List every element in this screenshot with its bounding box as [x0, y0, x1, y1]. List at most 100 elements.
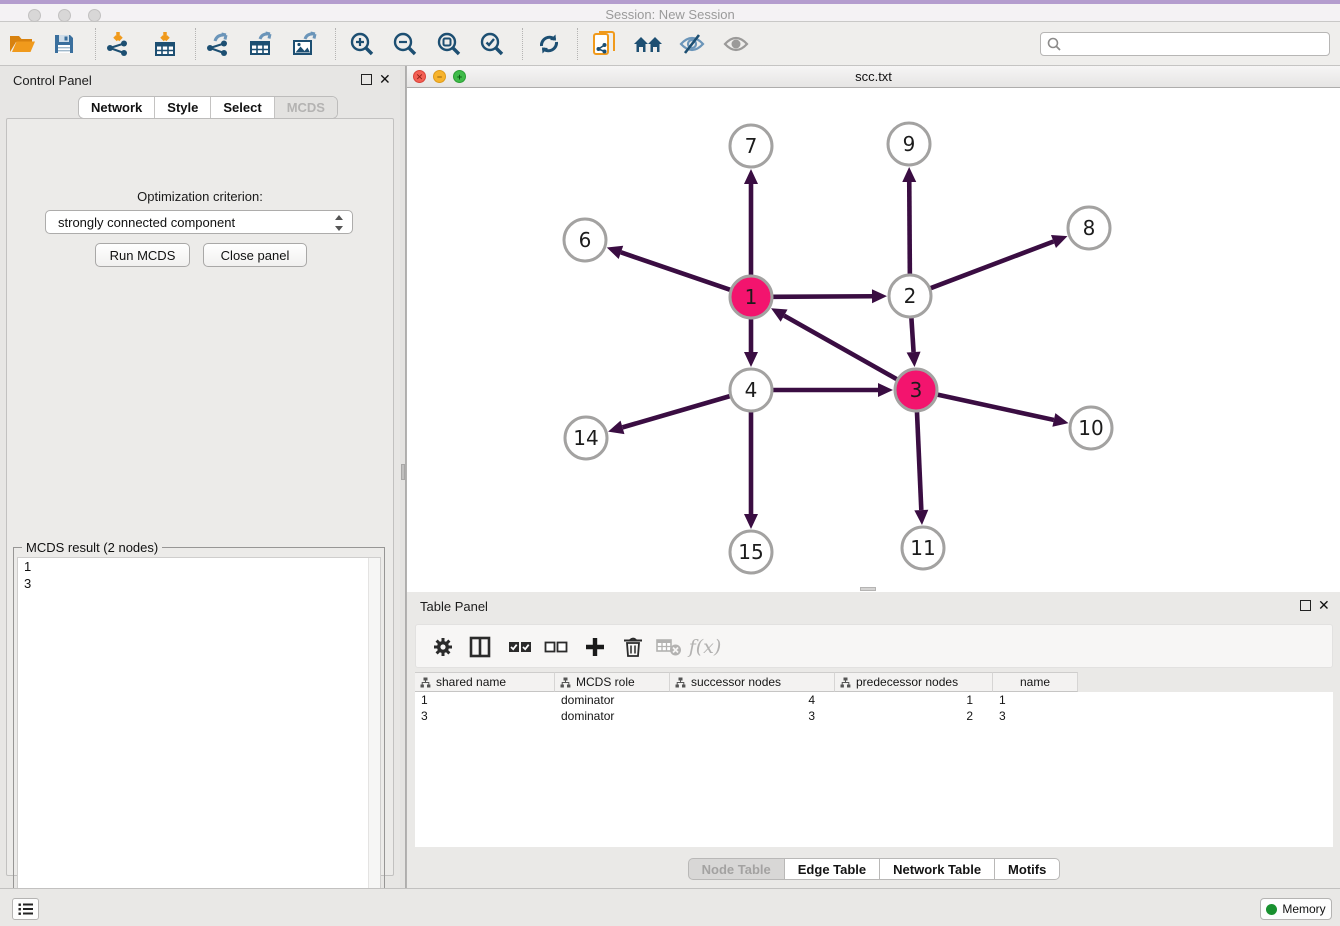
graph-edge-2-9[interactable] [909, 182, 910, 274]
show-all-icon[interactable] [720, 29, 752, 59]
open-session-icon[interactable] [6, 29, 38, 59]
cell-successor-nodes: 3 [670, 708, 835, 724]
graph-edge-arrowhead [608, 421, 624, 434]
graph-node-label: 3 [910, 378, 923, 402]
criterion-select[interactable]: strongly connected component [45, 210, 353, 234]
table-panel-title: Table Panel [420, 599, 488, 614]
column-tree-icon [675, 677, 686, 688]
app-titlebar: Session: New Session [0, 0, 1340, 22]
graph-edge-arrowhead [744, 352, 758, 367]
close-table-panel-icon[interactable]: ✕ [1318, 598, 1330, 612]
zoom-in-icon[interactable] [346, 29, 378, 59]
task-history-button[interactable] [12, 898, 39, 920]
graph-edge-2-3[interactable] [911, 318, 913, 352]
graph-edge-4-14[interactable] [622, 396, 729, 427]
close-panel-icon[interactable]: ✕ [379, 72, 391, 86]
tab-style[interactable]: Style [155, 97, 211, 118]
network-window-title: scc.txt [407, 69, 1340, 84]
cell-predecessor-nodes: 2 [835, 708, 993, 724]
tab-network-table[interactable]: Network Table [879, 858, 994, 880]
mcds-result-group: MCDS result (2 nodes) 13 [13, 547, 385, 923]
graph-edge-3-10[interactable] [937, 395, 1053, 420]
refresh-icon[interactable] [533, 29, 565, 59]
run-mcds-button[interactable]: Run MCDS [95, 243, 190, 267]
export-image-icon[interactable] [289, 29, 321, 59]
cell-shared-name: 1 [415, 692, 555, 708]
graph-edge-3-1[interactable] [784, 316, 897, 380]
first-neighbors-icon[interactable] [632, 29, 664, 59]
export-table-icon[interactable] [245, 29, 277, 59]
float-panel-icon[interactable] [361, 74, 372, 85]
tab-select[interactable]: Select [211, 97, 274, 118]
graph-edge-2-8[interactable] [931, 241, 1054, 288]
column-header-name[interactable]: name [993, 672, 1078, 692]
cell-predecessor-nodes: 1 [835, 692, 993, 708]
close-panel-button[interactable]: Close panel [203, 243, 307, 267]
control-panel-title: Control Panel [13, 73, 92, 88]
hide-selected-icon[interactable] [676, 29, 708, 59]
column-tree-icon [840, 677, 851, 688]
search-icon [1047, 37, 1061, 51]
import-network-icon[interactable] [102, 29, 134, 59]
result-scrollbar[interactable] [368, 558, 380, 918]
mcds-result-list[interactable]: 13 [17, 557, 381, 919]
graph-node-label: 4 [745, 378, 758, 402]
delete-table-icon[interactable] [654, 633, 684, 661]
network-canvas[interactable]: 7968124314101511 [407, 88, 1340, 592]
graph-edge-3-11[interactable] [917, 412, 921, 510]
table-panel: Table Panel ✕ f(x) shared name MCDS role s… [406, 592, 1340, 888]
graph-edge-arrowhead [1052, 413, 1068, 427]
table-toolbar: f(x) [415, 624, 1333, 668]
graph-edge-1-2[interactable] [773, 296, 872, 297]
result-line: 3 [18, 575, 380, 592]
toolbar-separator [95, 28, 96, 60]
gear-icon[interactable] [428, 633, 458, 661]
mcds-result-title: MCDS result (2 nodes) [22, 540, 162, 555]
graph-edge-arrowhead [878, 383, 893, 397]
column-mode-icon[interactable] [465, 633, 495, 661]
zoom-fit-icon[interactable] [433, 29, 465, 59]
column-header-predecessor-nodes[interactable]: predecessor nodes [835, 672, 993, 692]
table-row[interactable]: 1dominator411 [415, 692, 1333, 708]
delete-column-icon[interactable] [618, 633, 648, 661]
export-network-icon[interactable] [202, 29, 234, 59]
zoom-selected-icon[interactable] [476, 29, 508, 59]
main-toolbar [0, 22, 1340, 66]
save-session-icon[interactable] [48, 29, 80, 59]
table-body: 1dominator4113dominator323 [415, 692, 1333, 847]
column-header-shared-name[interactable]: shared name [415, 672, 555, 692]
search-input[interactable] [1040, 32, 1330, 56]
mcds-panel: Optimization criterion: strongly connect… [6, 118, 394, 876]
tab-node-table[interactable]: Node Table [688, 858, 784, 880]
column-header-successor-nodes[interactable]: successor nodes [670, 672, 835, 692]
zoom-out-icon[interactable] [389, 29, 421, 59]
float-table-panel-icon[interactable] [1300, 600, 1311, 611]
graph-edge-arrowhead [902, 167, 916, 182]
splitter-handle[interactable] [401, 464, 405, 480]
column-header-mcds-role[interactable]: MCDS role [555, 672, 670, 692]
graph-node-label: 10 [1078, 416, 1103, 440]
cell-name: 1 [993, 692, 1078, 708]
tab-edge-table[interactable]: Edge Table [784, 858, 879, 880]
hide-columns-icon[interactable] [541, 633, 571, 661]
tab-network[interactable]: Network [79, 97, 155, 118]
toolbar-separator [577, 28, 578, 60]
network-window-titlebar[interactable]: ✕ − + scc.txt [407, 66, 1340, 88]
tab-motifs[interactable]: Motifs [994, 858, 1060, 880]
network-window: ✕ − + scc.txt 7968124314101511 [406, 66, 1340, 592]
column-tree-icon [420, 677, 431, 688]
show-columns-icon[interactable] [505, 633, 535, 661]
new-network-from-selection-icon[interactable] [589, 29, 621, 59]
toolbar-separator [522, 28, 523, 60]
add-column-icon[interactable] [580, 633, 610, 661]
horizontal-splitter-handle[interactable] [860, 587, 876, 591]
import-table-icon[interactable] [149, 29, 181, 59]
memory-button[interactable]: Memory [1260, 898, 1332, 920]
tab-mcds[interactable]: MCDS [275, 97, 337, 118]
column-header-label: MCDS role [576, 675, 635, 689]
table-row[interactable]: 3dominator323 [415, 708, 1333, 724]
status-bar: Memory [0, 888, 1340, 926]
list-icon [18, 902, 34, 916]
graph-edge-arrowhead [744, 514, 758, 529]
graph-edge-1-6[interactable] [621, 252, 730, 290]
